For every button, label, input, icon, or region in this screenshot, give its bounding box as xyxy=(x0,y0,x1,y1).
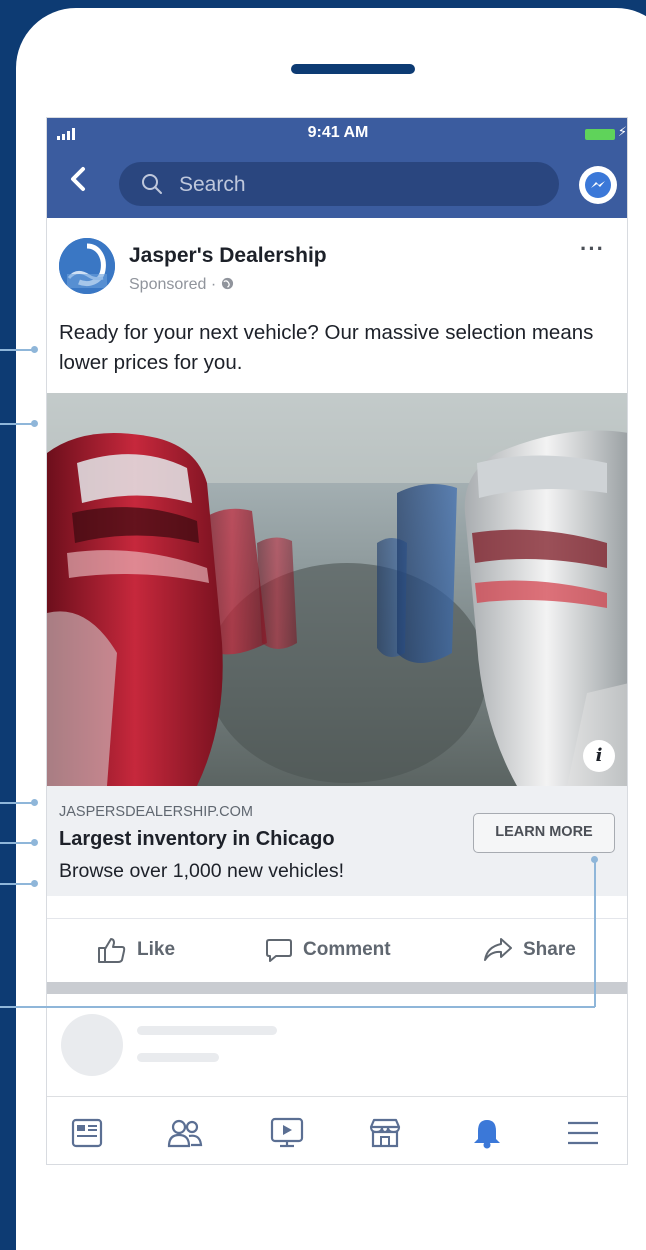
callout-dot xyxy=(31,799,38,806)
battery-icon xyxy=(585,129,615,140)
sponsored-label: Sponsored · xyxy=(129,276,234,294)
callout-line xyxy=(594,860,596,1007)
link-domain: JASPERSDEALERSHIP.COM xyxy=(59,804,253,820)
search-input[interactable]: Search xyxy=(119,162,559,206)
messenger-button[interactable] xyxy=(579,166,617,204)
callout-line xyxy=(0,842,34,844)
post-text: Ready for your next vehicle? Our massive… xyxy=(59,321,594,374)
callout-dot xyxy=(31,839,38,846)
bottom-nav xyxy=(47,1096,627,1164)
thumbs-up-icon xyxy=(98,938,126,963)
callout-line xyxy=(0,802,34,804)
page-name[interactable]: Jasper's Dealership xyxy=(129,244,327,268)
callout-dot xyxy=(31,420,38,427)
placeholder-line xyxy=(137,1026,277,1035)
phone-speaker xyxy=(291,64,415,74)
search-icon xyxy=(142,174,162,194)
comment-button[interactable]: Comment xyxy=(265,935,391,965)
callout-line xyxy=(0,349,34,351)
comment-icon xyxy=(266,939,292,962)
page-avatar[interactable] xyxy=(59,238,115,294)
callout-dot xyxy=(591,856,598,863)
phone-screen: 9:41 AM ⚡ Search Jasper's Dealership Spo… xyxy=(46,117,628,1165)
callout-line xyxy=(0,423,34,425)
info-icon[interactable]: i xyxy=(583,740,615,772)
ad-image[interactable]: i xyxy=(47,393,627,786)
like-label: Like xyxy=(137,939,176,960)
post-actions: Like Comment Share xyxy=(47,918,627,982)
status-time: 9:41 AM xyxy=(307,124,369,141)
link-description: Browse over 1,000 new vehicles! xyxy=(59,860,345,882)
globe-icon xyxy=(221,277,233,290)
link-card[interactable]: JASPERSDEALERSHIP.COM Largest inventory … xyxy=(47,786,627,896)
charging-icon: ⚡ xyxy=(617,124,627,139)
more-options-button[interactable]: ··· xyxy=(580,236,605,262)
like-button[interactable]: Like xyxy=(97,935,175,965)
car-lot-photo xyxy=(47,393,627,786)
back-button[interactable] xyxy=(69,166,87,198)
placeholder-avatar xyxy=(61,1014,123,1076)
post-header: Jasper's Dealership Sponsored · ··· xyxy=(47,218,627,318)
watch-icon[interactable] xyxy=(267,1113,307,1153)
news-feed-icon[interactable] xyxy=(67,1113,107,1153)
placeholder-line xyxy=(137,1053,219,1062)
learn-more-button[interactable]: LEARN MORE xyxy=(473,813,615,853)
callout-line xyxy=(0,1006,595,1008)
search-placeholder: Search xyxy=(179,173,246,196)
friends-icon[interactable] xyxy=(165,1113,205,1153)
callout-dot xyxy=(31,880,38,887)
callout-dot xyxy=(31,346,38,353)
share-icon xyxy=(484,938,512,961)
messenger-icon xyxy=(585,172,611,198)
comment-label: Comment xyxy=(303,939,391,960)
menu-icon[interactable] xyxy=(563,1113,603,1153)
link-headline: Largest inventory in Chicago xyxy=(59,828,335,850)
share-button[interactable]: Share xyxy=(483,935,576,965)
notifications-icon[interactable] xyxy=(467,1113,507,1153)
marketplace-icon[interactable] xyxy=(365,1113,405,1153)
sponsored-text: Sponsored · xyxy=(129,276,221,293)
share-label: Share xyxy=(523,939,576,960)
feed-separator xyxy=(47,982,627,994)
status-bar: 9:41 AM ⚡ xyxy=(47,118,627,150)
top-bar: 9:41 AM ⚡ Search xyxy=(47,118,627,218)
callout-line xyxy=(0,883,34,885)
